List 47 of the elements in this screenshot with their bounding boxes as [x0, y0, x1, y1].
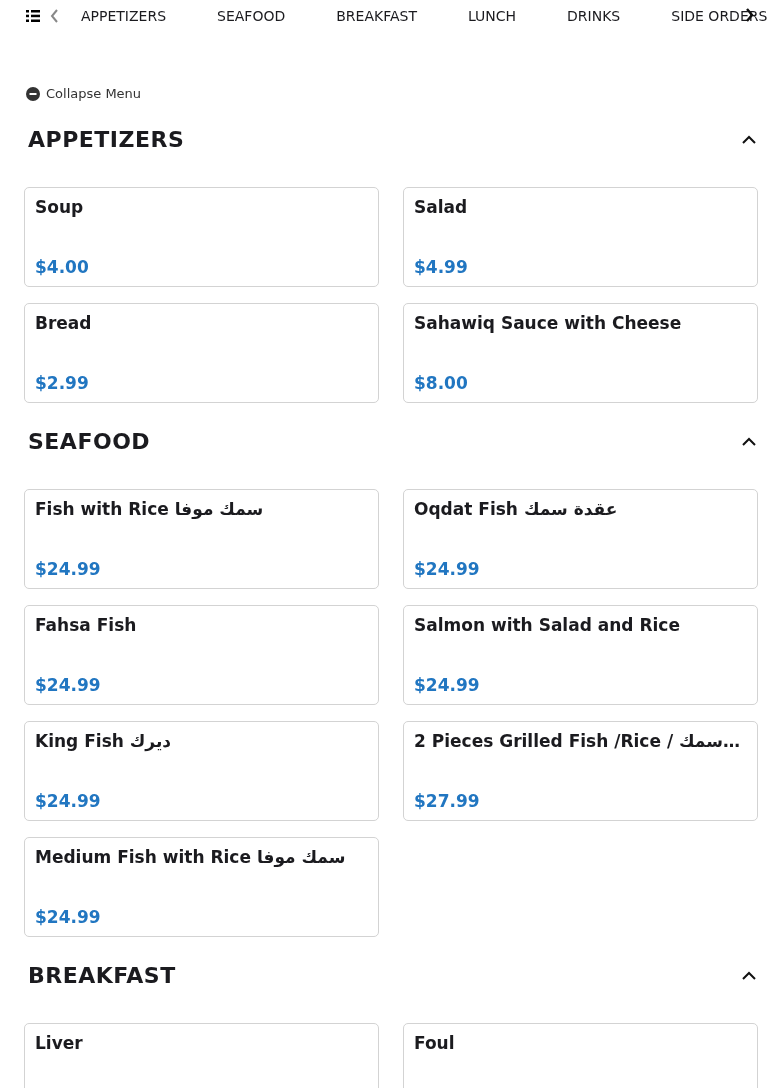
item-name: Bread	[35, 313, 93, 333]
category-tab[interactable]: LUNCH	[467, 8, 517, 24]
chevron-up-icon[interactable]	[742, 134, 756, 144]
item-price: $27.99	[414, 791, 481, 811]
item-name: Medium Fish with Rice سمك موفا	[35, 847, 347, 867]
item-name: Foul	[414, 1033, 456, 1053]
menu-item-card[interactable]: Soup $4.00	[24, 187, 379, 287]
item-name: Soup	[35, 197, 85, 217]
item-name: Fahsa Fish	[35, 615, 138, 635]
item-price: $8.00	[414, 373, 469, 393]
category-tab[interactable]: SEAFOOD	[217, 8, 286, 24]
item-name: Oqdat Fish عقدة سمك	[414, 499, 619, 519]
item-price: $2.99	[35, 373, 90, 393]
item-name: Liver	[35, 1033, 84, 1053]
menu-item-card[interactable]: Liver	[24, 1023, 379, 1088]
item-name: 2 Pieces Grilled Fish /Rice / سمك…	[414, 731, 741, 751]
item-price: $24.99	[35, 559, 102, 579]
item-name: King Fish ديرك	[35, 731, 173, 751]
section-heading: APPETIZERS	[28, 126, 185, 152]
item-price: $24.99	[35, 675, 102, 695]
item-name: Salad	[414, 197, 469, 217]
collapse-menu-button[interactable]: Collapse Menu	[26, 86, 142, 101]
item-price: $24.99	[414, 675, 481, 695]
item-name: Fish with Rice سمك موفا	[35, 499, 265, 519]
menu-item-card[interactable]: Sahawiq Sauce with Cheese $8.00	[403, 303, 758, 403]
category-tab[interactable]: BREAKFAST	[336, 8, 417, 24]
menu-item-card[interactable]: Bread $2.99	[24, 303, 379, 403]
chevron-up-icon[interactable]	[742, 436, 756, 446]
minus-circle-icon	[26, 86, 40, 101]
item-price: $4.99	[414, 257, 469, 277]
list-icon[interactable]	[26, 10, 40, 22]
menu-item-card[interactable]: Salmon with Salad and Rice $24.99	[403, 605, 758, 705]
chevron-left-icon[interactable]	[50, 9, 59, 23]
category-tab[interactable]: APPETIZERS	[81, 8, 167, 24]
item-price: $4.00	[35, 257, 90, 277]
item-price: $24.99	[35, 791, 102, 811]
item-price: $24.99	[35, 907, 102, 927]
menu-item-card[interactable]: Salad $4.99	[403, 187, 758, 287]
menu-item-card[interactable]: Fahsa Fish $24.99	[24, 605, 379, 705]
item-name: Salmon with Salad and Rice	[414, 615, 681, 635]
section-heading: SEAFOOD	[28, 428, 151, 454]
menu-item-card[interactable]: Foul	[403, 1023, 758, 1088]
category-tab[interactable]: DRINKS	[567, 8, 621, 24]
item-name: Sahawiq Sauce with Cheese	[414, 313, 683, 333]
section-heading: BREAKFAST	[28, 962, 176, 988]
chevron-up-icon[interactable]	[742, 970, 756, 980]
item-price: $24.99	[414, 559, 481, 579]
